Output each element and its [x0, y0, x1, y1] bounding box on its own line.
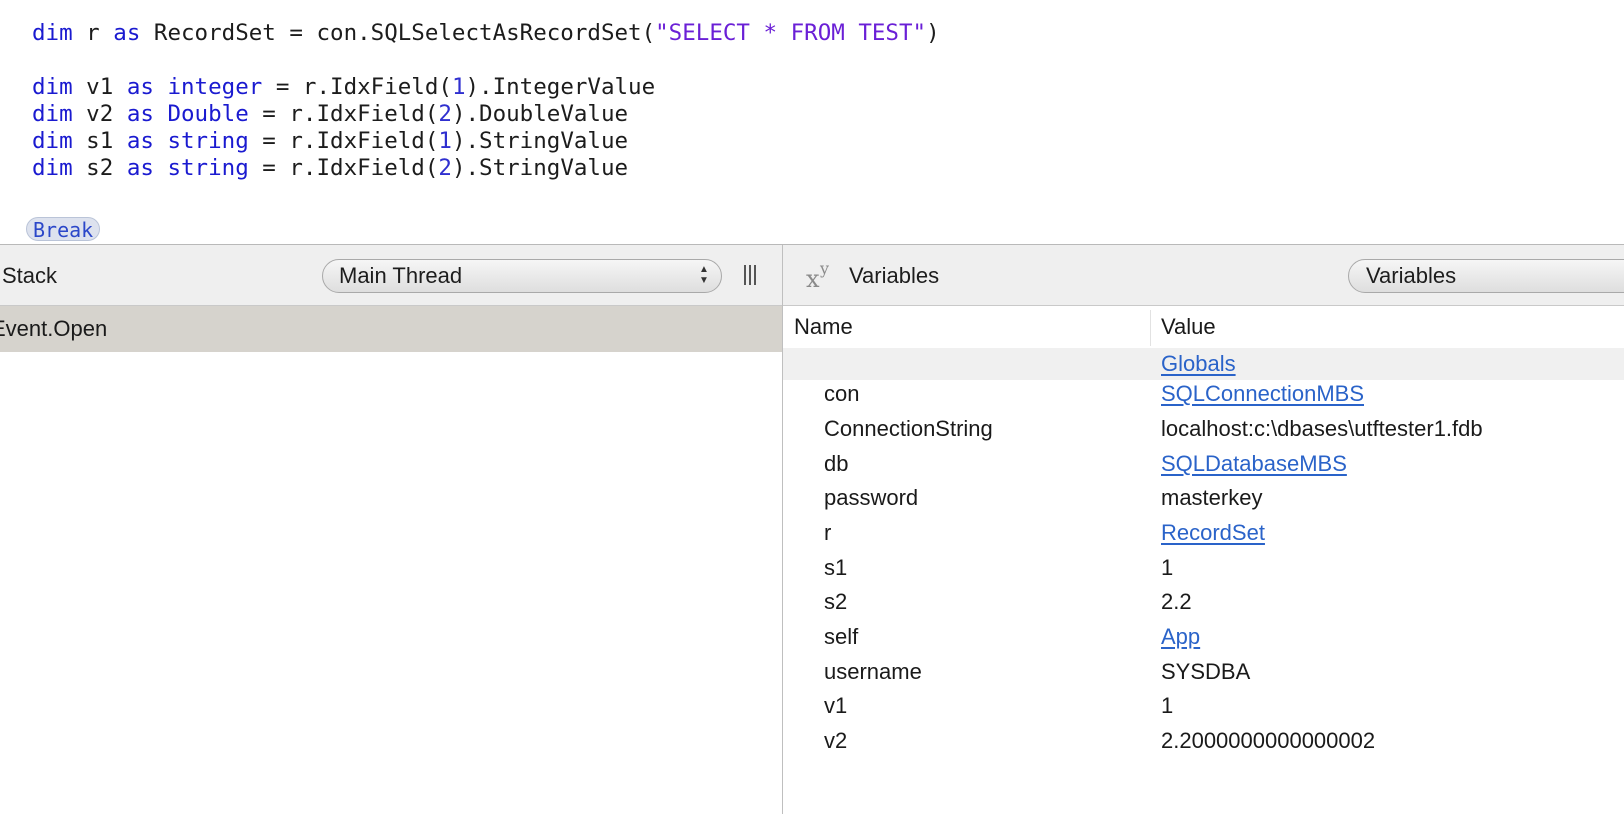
variable-name: v1: [824, 693, 848, 718]
code-token: ): [926, 20, 940, 46]
name-column-header[interactable]: Name: [794, 306, 853, 348]
variable-row[interactable]: username SYSDBA: [783, 654, 1624, 690]
thread-select[interactable]: Main Thread ▲ ▼: [322, 259, 722, 293]
code-token: integer: [167, 74, 263, 100]
code-token: as: [126, 155, 154, 181]
code-token: 1: [451, 74, 466, 100]
code-editor[interactable]: dim r as RecordSet = con.SQLSelectAsReco…: [0, 0, 1624, 244]
variable-row[interactable]: con SQLConnectionMBS: [783, 376, 1624, 412]
code-token: v1: [72, 74, 127, 100]
break-badge[interactable]: Break: [26, 217, 101, 242]
code-token: 1: [438, 128, 452, 154]
variable-value: masterkey: [1161, 485, 1263, 510]
value-column-header[interactable]: Value: [1161, 306, 1216, 348]
variable-value-link[interactable]: RecordSet: [1161, 515, 1265, 551]
column-options-icon[interactable]: [742, 263, 758, 287]
variable-row[interactable]: password masterkey: [783, 480, 1624, 516]
variable-row[interactable]: self App: [783, 619, 1624, 655]
code-token: 2: [438, 155, 452, 181]
variable-name: con: [824, 381, 860, 406]
code-token: RecordSet = con.SQLSelectAsRecordSet(: [140, 20, 656, 46]
code-line[interactable]: dim v1 as integer = r.IdxField(1).Intege…: [32, 73, 655, 101]
code-token: v2: [72, 101, 127, 127]
variable-value-link[interactable]: App: [1161, 619, 1200, 655]
code-token: string: [167, 155, 249, 181]
code-line[interactable]: dim s1 as string = r.IdxField(1).StringV…: [32, 127, 628, 155]
variable-value: localhost:c:\dbases\utftester1.fdb: [1161, 416, 1483, 441]
variable-name: s2: [824, 589, 848, 614]
code-token: dim: [32, 74, 73, 100]
code-token: s1: [72, 128, 127, 154]
variable-value-link[interactable]: SQLConnectionMBS: [1161, 376, 1364, 412]
variable-row[interactable]: db SQLDatabaseMBS: [783, 446, 1624, 482]
code-token: as: [126, 128, 154, 154]
code-token: ).StringValue: [451, 155, 629, 181]
variable-row[interactable]: v2 2.2000000000000002: [783, 723, 1624, 759]
code-token: = r.IdxField(: [248, 155, 439, 181]
variables-xy-icon: xy: [806, 259, 830, 293]
code-token: string: [167, 128, 249, 154]
variable-name: r: [824, 520, 832, 545]
variable-name: v2: [824, 728, 848, 753]
code-token: dim: [32, 101, 73, 127]
variables-column-header: Name Value: [783, 306, 1624, 348]
code-token: as: [126, 101, 154, 127]
stack-frame-row[interactable]: Event.Open: [0, 306, 782, 352]
code-line[interactable]: dim v2 as Double = r.IdxField(2).DoubleV…: [32, 100, 628, 128]
code-token: dim: [32, 128, 73, 154]
variable-name: db: [824, 451, 849, 476]
code-token: ).StringValue: [451, 128, 629, 154]
variables-title: Variables: [849, 263, 940, 288]
code-token: as: [126, 74, 154, 100]
variable-name: s1: [824, 555, 848, 580]
thread-select-value: Main Thread: [339, 263, 463, 288]
code-line[interactable]: dim r as RecordSet = con.SQLSelectAsReco…: [32, 19, 940, 47]
variable-value: SYSDBA: [1161, 659, 1251, 684]
stack-title: Stack: [2, 263, 58, 288]
variable-name: username: [824, 659, 922, 684]
variables-view-value: Variables: [1366, 263, 1457, 288]
code-token: "SELECT * FROM TEST": [655, 20, 927, 46]
code-token: dim: [32, 155, 73, 181]
variable-value: 1: [1161, 693, 1174, 718]
up-down-arrows-icon: ▲ ▼: [699, 264, 709, 286]
stack-list: Event.Open: [0, 306, 782, 814]
variable-name: ConnectionString: [824, 416, 993, 441]
code-token: ).IntegerValue: [465, 74, 656, 100]
variable-row[interactable]: s1 1: [783, 550, 1624, 586]
code-token: as: [113, 20, 141, 46]
variable-value: 1: [1161, 555, 1174, 580]
variable-row[interactable]: ConnectionString localhost:c:\dbases\utft…: [783, 411, 1624, 447]
code-token: = r.IdxField(: [262, 74, 452, 100]
variable-row[interactable]: r RecordSet: [783, 515, 1624, 551]
code-token: = r.IdxField(: [248, 128, 439, 154]
variable-name: password: [824, 485, 919, 510]
column-separator[interactable]: [1150, 310, 1151, 346]
variable-value: 2.2: [1161, 589, 1192, 614]
code-token: Double: [167, 101, 249, 127]
debugger-window: dim r as RecordSet = con.SQLSelectAsReco…: [0, 0, 1624, 814]
code-token: 2: [438, 101, 452, 127]
stack-header: Stack Main Thread ▲ ▼: [0, 245, 782, 306]
code-line[interactable]: dim s2 as string = r.IdxField(2).StringV…: [32, 154, 628, 182]
variables-table: Name Value Globals con SQLConnectionMBS Co…: [783, 306, 1624, 814]
code-token: dim: [32, 20, 73, 46]
variable-row[interactable]: v1 1: [783, 688, 1624, 724]
code-token: r: [72, 20, 114, 46]
code-token: s2: [72, 155, 127, 181]
variable-row[interactable]: s2 2.2: [783, 584, 1624, 620]
variable-value-link[interactable]: SQLDatabaseMBS: [1161, 446, 1347, 482]
code-token: = r.IdxField(: [248, 101, 439, 127]
variables-view-select[interactable]: Variables: [1348, 259, 1624, 293]
code-token: ).DoubleValue: [451, 101, 629, 127]
variable-name: self: [824, 624, 859, 649]
variables-header: xy Variables Variables: [783, 245, 1624, 306]
stack-frame-label: Event.Open: [0, 316, 108, 341]
variable-value: 2.2000000000000002: [1161, 728, 1376, 753]
